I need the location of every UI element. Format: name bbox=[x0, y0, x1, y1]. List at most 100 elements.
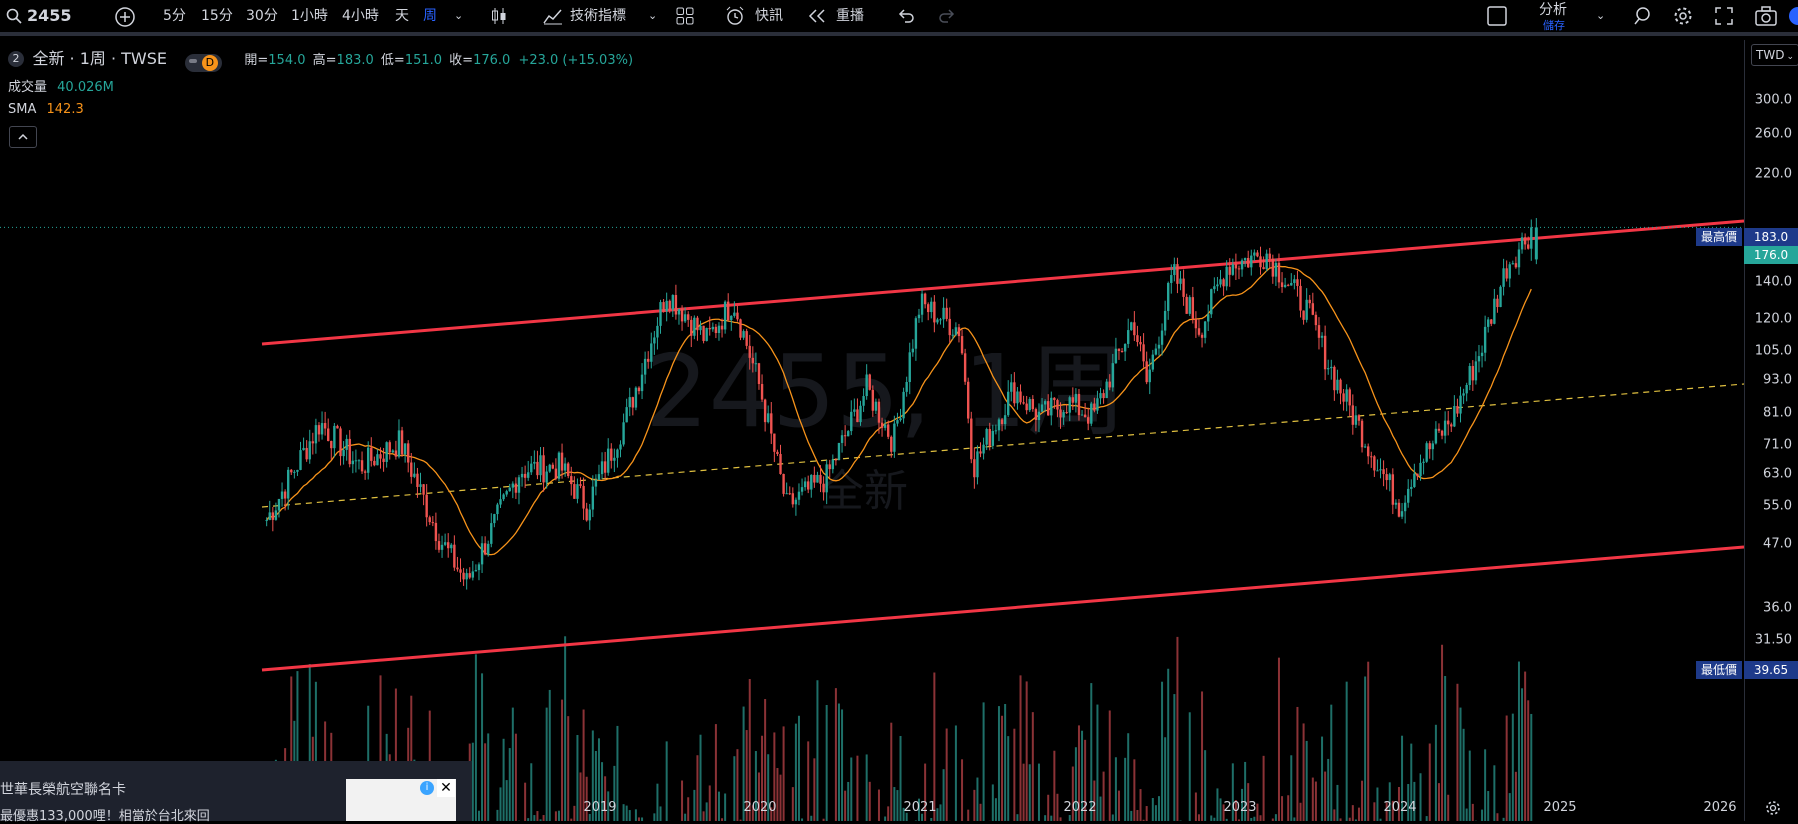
ad-title[interactable]: 世華長榮航空聯名卡 bbox=[0, 779, 126, 799]
volume-bar bbox=[718, 792, 720, 821]
volume-bar bbox=[580, 772, 582, 821]
candle-body bbox=[429, 517, 431, 522]
volume-bar bbox=[509, 748, 511, 821]
channel-mid-line bbox=[262, 384, 1744, 507]
replay-icon[interactable] bbox=[808, 8, 826, 24]
candle-body bbox=[1490, 319, 1492, 323]
axis-settings-icon[interactable] bbox=[1765, 800, 1781, 820]
candle-body bbox=[635, 388, 637, 408]
candle-body bbox=[1422, 462, 1424, 463]
candle-body bbox=[665, 301, 667, 311]
candle-body bbox=[918, 315, 920, 318]
candle-body bbox=[678, 309, 680, 315]
compare-add-icon[interactable] bbox=[114, 6, 136, 28]
interval-dropdown-icon[interactable]: ⌄ bbox=[454, 0, 463, 32]
candle-body bbox=[927, 304, 929, 312]
undo-icon[interactable] bbox=[897, 8, 915, 24]
ad-banner[interactable]: 世華長榮航空聯名卡 最優惠133,000哩！相當於台北來回 i ✕ bbox=[0, 761, 472, 821]
collapse-legend-button[interactable] bbox=[9, 126, 37, 148]
candle-body bbox=[681, 309, 683, 322]
interval-1h[interactable]: 1小時 bbox=[291, 0, 328, 32]
volume-bar bbox=[835, 688, 837, 821]
indicators-button[interactable]: 技術指標 bbox=[570, 0, 626, 32]
ad-close-icon[interactable]: ✕ bbox=[437, 779, 455, 797]
candle-body bbox=[629, 397, 631, 407]
volume-bar bbox=[1029, 764, 1031, 821]
alerts-button[interactable]: 快訊 bbox=[755, 0, 783, 32]
volume-bar bbox=[478, 811, 480, 821]
candle-body bbox=[413, 474, 415, 477]
ad-info-icon[interactable]: i bbox=[420, 781, 434, 795]
series-title[interactable]: 全新 · 1周 · TWSE bbox=[32, 49, 167, 68]
candle-body bbox=[1038, 412, 1040, 420]
volume-bar bbox=[1312, 778, 1314, 821]
fullscreen-box-icon[interactable] bbox=[1487, 6, 1507, 26]
chart-pane[interactable]: 2455, 1周 全新 2 全新 · 1周 · TWSE D 開=154.0 高… bbox=[0, 40, 1744, 821]
analysis-dropdown-icon[interactable]: ⌄ bbox=[1596, 0, 1605, 32]
candle-body bbox=[404, 443, 406, 454]
camera-snapshot-icon[interactable] bbox=[1755, 6, 1777, 26]
volume-bar bbox=[1210, 815, 1212, 821]
candle-type-icon[interactable] bbox=[490, 7, 508, 25]
price-chart-canvas[interactable] bbox=[0, 40, 1744, 821]
candle-body bbox=[265, 520, 267, 521]
volume-bar bbox=[810, 816, 812, 821]
volume-bar bbox=[558, 811, 560, 821]
candle-body bbox=[1235, 264, 1237, 268]
fullscreen-icon[interactable] bbox=[1715, 7, 1733, 25]
candle-body bbox=[512, 484, 514, 488]
indicators-dropdown-icon[interactable]: ⌄ bbox=[648, 0, 657, 32]
candle-body bbox=[1376, 470, 1378, 471]
candle-body bbox=[1019, 392, 1021, 403]
layout-grid-icon[interactable] bbox=[676, 7, 694, 25]
candle-body bbox=[1062, 412, 1064, 417]
candle-body bbox=[1102, 393, 1104, 398]
settings-gear-icon[interactable] bbox=[1673, 6, 1693, 26]
candle-body bbox=[419, 484, 421, 487]
symbol-search[interactable]: 2455 bbox=[27, 0, 72, 32]
volume-bar bbox=[1195, 792, 1197, 821]
sma-value: 142.3 bbox=[47, 102, 84, 117]
mode-toggle[interactable]: D bbox=[185, 54, 221, 72]
volume-bar bbox=[635, 809, 637, 821]
candle-body bbox=[632, 397, 634, 407]
candle-body bbox=[1404, 503, 1406, 511]
candle-body bbox=[1487, 319, 1489, 326]
price-tick-label: 63.0 bbox=[1763, 466, 1792, 481]
search-icon[interactable] bbox=[6, 8, 22, 24]
candle-body bbox=[530, 464, 532, 473]
user-avatar-icon[interactable] bbox=[1788, 6, 1798, 26]
candle-body bbox=[912, 349, 914, 353]
quick-search-icon[interactable] bbox=[1633, 6, 1653, 26]
currency-selector[interactable]: TWD⌄ bbox=[1751, 44, 1798, 66]
candle-body bbox=[484, 543, 486, 554]
alarm-clock-icon[interactable] bbox=[725, 6, 745, 26]
volume-value: 40.026M bbox=[57, 80, 114, 95]
interval-15m[interactable]: 15分 bbox=[201, 0, 233, 32]
replay-button[interactable]: 重播 bbox=[836, 0, 864, 32]
volume-bar bbox=[813, 758, 815, 821]
candle-body bbox=[773, 434, 775, 452]
indicators-icon[interactable] bbox=[543, 7, 563, 25]
candle-body bbox=[1509, 264, 1511, 278]
candle-body bbox=[930, 302, 932, 312]
candle-body bbox=[684, 314, 686, 321]
candle-body bbox=[1358, 415, 1360, 420]
interval-5m[interactable]: 5分 bbox=[163, 0, 186, 32]
volume-bar bbox=[983, 702, 985, 821]
candle-body bbox=[1050, 398, 1052, 416]
interval-week[interactable]: 周 bbox=[423, 0, 437, 32]
volume-bar bbox=[980, 804, 982, 821]
ad-body[interactable]: 最優惠133,000哩！相當於台北來回 bbox=[0, 805, 210, 824]
candle-body bbox=[598, 474, 600, 480]
redo-icon[interactable] bbox=[938, 8, 956, 24]
volume-bar bbox=[1460, 708, 1462, 821]
interval-day[interactable]: 天 bbox=[395, 0, 409, 32]
volume-bar bbox=[936, 808, 938, 821]
price-axis[interactable]: TWD⌄ 300.0260.0220.0160.0140.0120.0105.0… bbox=[1744, 40, 1798, 821]
interval-4h[interactable]: 4小時 bbox=[342, 0, 379, 32]
series-badge[interactable]: 2 bbox=[8, 51, 24, 67]
interval-30m[interactable]: 30分 bbox=[246, 0, 278, 32]
candle-body bbox=[1459, 396, 1461, 414]
volume-bar bbox=[629, 810, 631, 821]
